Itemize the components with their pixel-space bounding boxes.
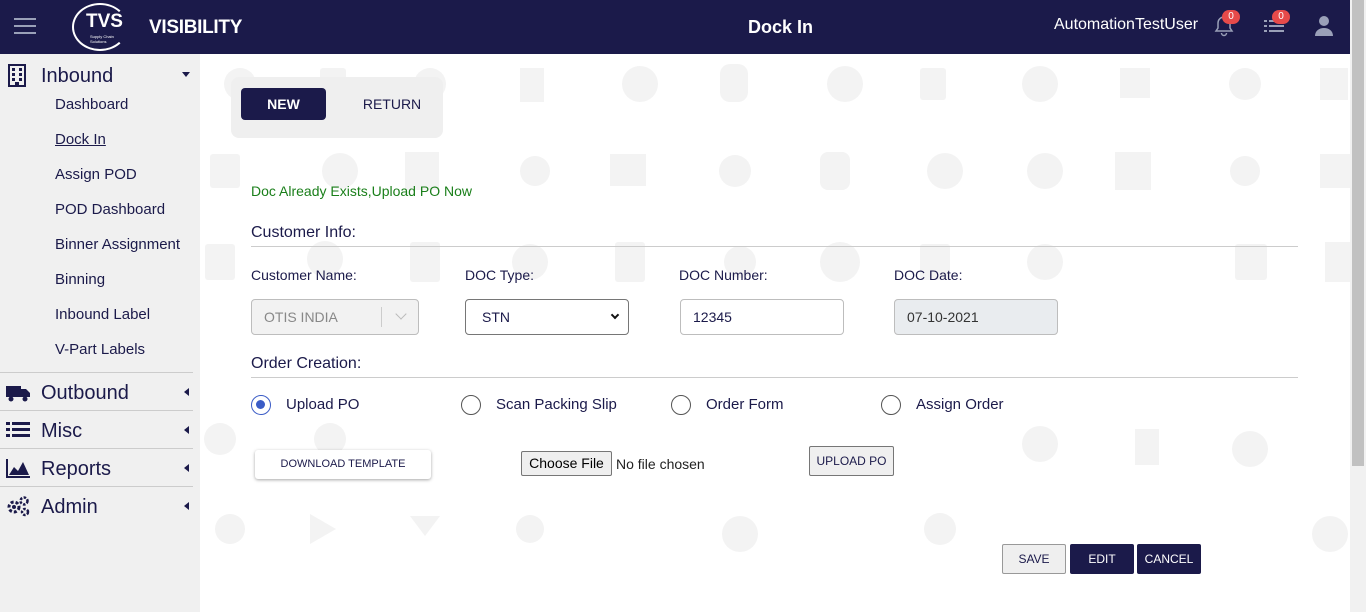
- order-creation-heading: Order Creation:: [251, 355, 362, 372]
- doc-type-label: DOC Type:: [465, 267, 534, 283]
- sidebar-item-pod-dashboard[interactable]: POD Dashboard: [55, 201, 165, 218]
- user-avatar-icon[interactable]: [1313, 14, 1337, 38]
- doc-type-select[interactable]: STN: [465, 299, 629, 335]
- upload-po-button[interactable]: UPLOAD PO: [809, 446, 894, 476]
- doc-date-input[interactable]: 07-10-2021: [894, 299, 1058, 335]
- chevron-down-icon: [395, 308, 407, 320]
- sidebar-section-admin[interactable]: Admin: [0, 487, 200, 525]
- status-message: Doc Already Exists,Upload PO Now: [251, 183, 472, 199]
- caret-left-icon: [184, 464, 189, 472]
- top-bar: TVS Supply Chain Solutions VISIBILITY Do…: [0, 0, 1366, 54]
- sidebar-item-binner-assignment[interactable]: Binner Assignment: [55, 236, 180, 253]
- radio-label: Order Form: [706, 396, 784, 413]
- sidebar-section-outbound[interactable]: Outbound: [0, 373, 200, 411]
- new-return-toggle: NEW RETURN: [231, 77, 443, 138]
- sidebar-item-assign-pod[interactable]: Assign POD: [55, 166, 137, 183]
- divider: [251, 377, 1298, 378]
- company-logo: TVS Supply Chain Solutions: [72, 3, 128, 51]
- logo-subtext: Supply Chain Solutions: [90, 34, 114, 44]
- sidebar-section-misc[interactable]: Misc: [0, 411, 200, 449]
- user-name[interactable]: AutomationTestUser: [1054, 16, 1198, 34]
- menu-icon[interactable]: [14, 18, 36, 36]
- sidebar: Inbound Dashboard Dock In Assign POD POD…: [0, 54, 200, 612]
- page-scrollbar[interactable]: [1350, 0, 1366, 612]
- divider: [251, 246, 1298, 247]
- sidebar-section-label: Misc: [41, 420, 83, 442]
- customer-name-value: OTIS INDIA: [264, 309, 338, 325]
- tasks-badge: 0: [1272, 10, 1290, 24]
- notifications-badge: 0: [1222, 10, 1240, 24]
- page-title: Dock In: [748, 17, 814, 37]
- radio-button-checked[interactable]: [251, 395, 271, 415]
- doc-number-label: DOC Number:: [679, 267, 768, 283]
- radio-upload-po[interactable]: Upload PO: [251, 394, 411, 416]
- radio-label: Scan Packing Slip: [496, 396, 617, 413]
- gears-icon: [5, 494, 31, 518]
- radio-button[interactable]: [881, 395, 901, 415]
- customer-name-label: Customer Name:: [251, 267, 357, 283]
- download-template-button[interactable]: DOWNLOAD TEMPLATE: [255, 450, 431, 479]
- truck-icon: [5, 380, 31, 404]
- chevron-down-icon: [610, 310, 620, 320]
- file-status-text: No file chosen: [616, 456, 705, 472]
- customer-info-heading: Customer Info:: [251, 224, 356, 241]
- doc-type-value: STN: [482, 309, 510, 325]
- radio-order-form[interactable]: Order Form: [671, 394, 811, 416]
- save-button[interactable]: SAVE: [1002, 544, 1066, 574]
- area-chart-icon: [5, 456, 31, 480]
- doc-number-input[interactable]: 12345: [680, 299, 844, 335]
- app-name: VISIBILITY: [149, 17, 243, 38]
- sidebar-section-inbound[interactable]: Inbound: [0, 56, 200, 94]
- sidebar-item-v-part-labels[interactable]: V-Part Labels: [55, 341, 145, 358]
- notifications-bell-icon[interactable]: 0: [1212, 10, 1240, 38]
- sidebar-item-binning[interactable]: Binning: [55, 271, 105, 288]
- return-tab-button[interactable]: RETURN: [352, 88, 432, 120]
- sidebar-item-inbound-label[interactable]: Inbound Label: [55, 306, 150, 323]
- radio-button[interactable]: [671, 395, 691, 415]
- sidebar-section-label: Outbound: [41, 382, 129, 404]
- choose-file-button[interactable]: Choose File: [521, 451, 612, 476]
- sidebar-section-label: Inbound: [41, 65, 114, 87]
- caret-left-icon: [184, 502, 189, 510]
- scrollbar-thumb[interactable]: [1352, 0, 1364, 466]
- list-icon: [5, 418, 31, 442]
- doc-date-value: 07-10-2021: [907, 309, 979, 325]
- radio-button[interactable]: [461, 395, 481, 415]
- caret-left-icon: [184, 426, 189, 434]
- doc-date-label: DOC Date:: [894, 267, 963, 283]
- task-list-icon[interactable]: 0: [1262, 10, 1290, 38]
- sidebar-section-reports[interactable]: Reports: [0, 449, 200, 487]
- edit-button[interactable]: EDIT: [1070, 544, 1134, 574]
- sidebar-section-label: Admin: [41, 496, 98, 518]
- new-tab-button[interactable]: NEW: [241, 88, 326, 120]
- building-icon: [5, 63, 31, 87]
- caret-down-icon: [182, 72, 190, 77]
- radio-assign-order[interactable]: Assign Order: [881, 394, 1031, 416]
- sidebar-item-dock-in[interactable]: Dock In: [55, 131, 106, 148]
- radio-scan-packing-slip[interactable]: Scan Packing Slip: [461, 394, 631, 416]
- select-separator: [381, 307, 382, 327]
- sidebar-section-label: Reports: [41, 458, 112, 480]
- cancel-button[interactable]: CANCEL: [1137, 544, 1201, 574]
- main-content: NEW RETURN Doc Already Exists,Upload PO …: [200, 54, 1350, 612]
- customer-name-select[interactable]: OTIS INDIA: [251, 299, 419, 335]
- logo-text: TVS: [86, 11, 123, 32]
- radio-label: Assign Order: [916, 396, 1004, 413]
- radio-label: Upload PO: [286, 396, 360, 413]
- sidebar-item-dashboard[interactable]: Dashboard: [55, 96, 128, 113]
- caret-left-icon: [184, 388, 189, 396]
- doc-number-value: 12345: [693, 309, 732, 325]
